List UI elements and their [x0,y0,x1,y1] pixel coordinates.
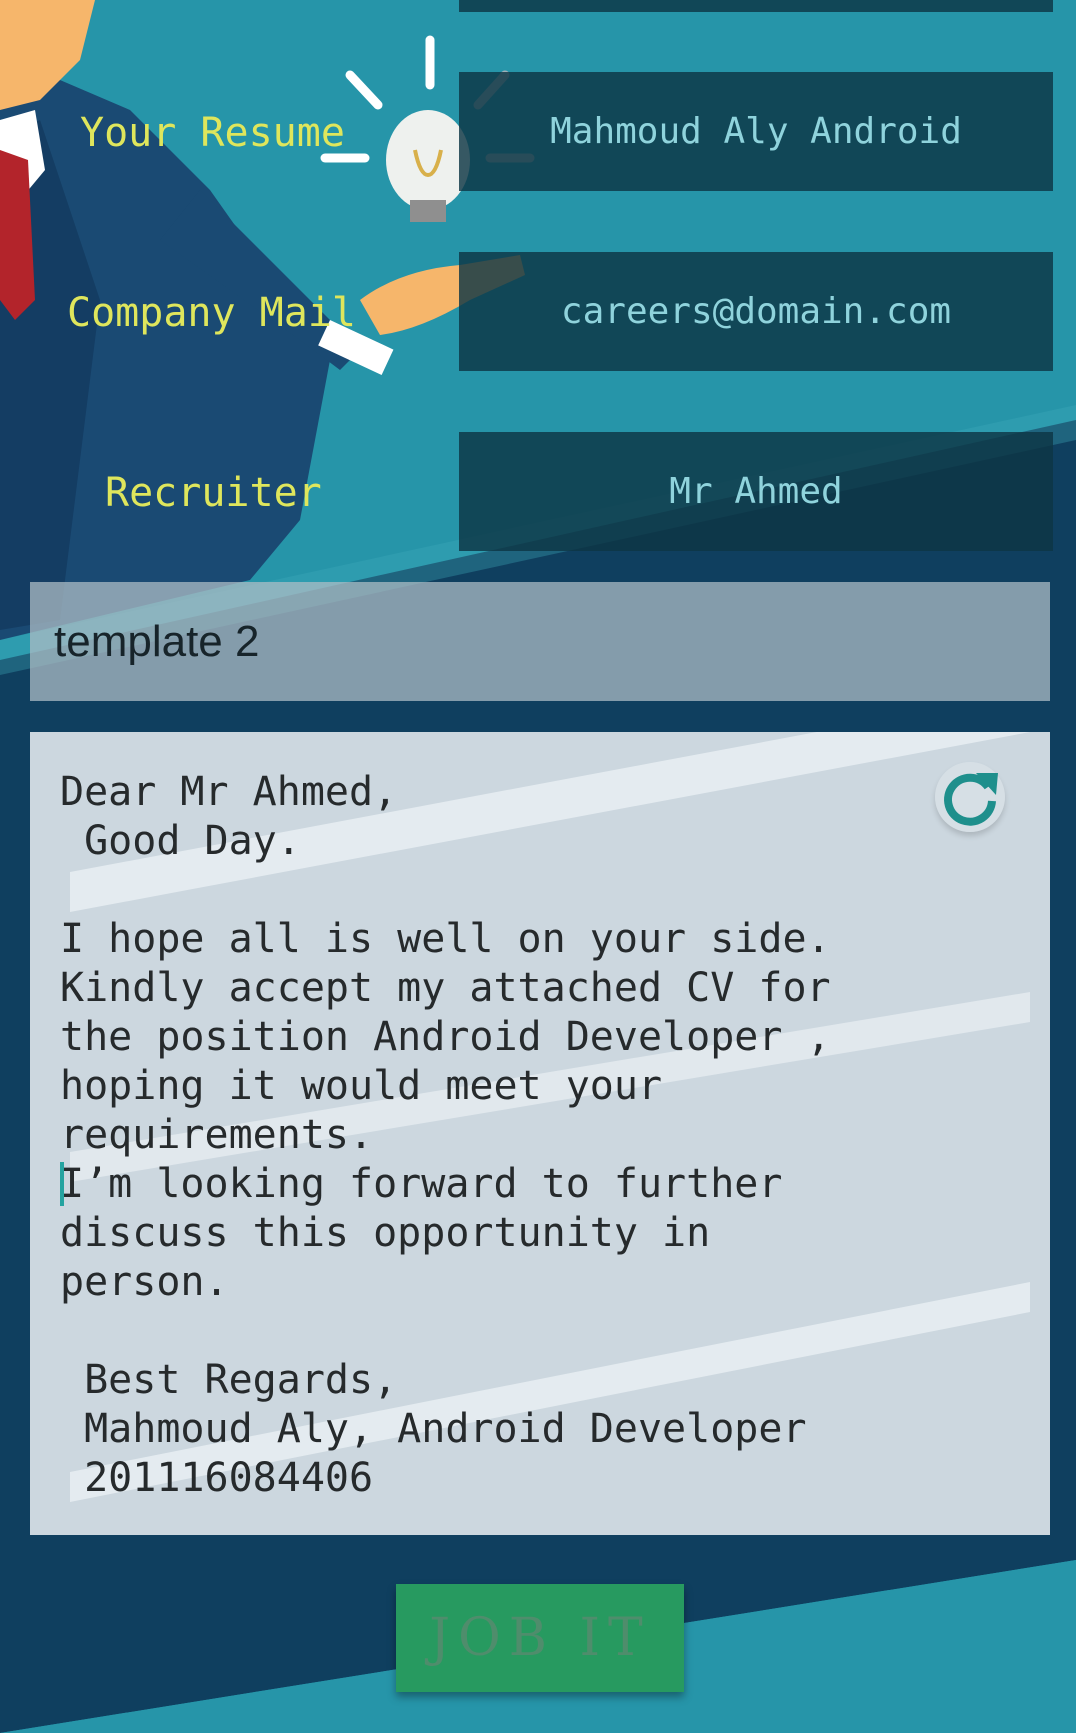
letter-editor[interactable]: Dear Mr Ahmed, Good Day. I hope all is w… [30,732,1050,1535]
resume-label: Your Resume [80,110,345,156]
company-mail-field[interactable]: careers@domain.com [459,252,1053,371]
recruiter-label: Recruiter [105,470,322,516]
letter-body[interactable]: Dear Mr Ahmed, Good Day. I hope all is w… [60,768,1010,1513]
refresh-button[interactable] [935,762,1005,832]
company-mail-label: Company Mail [67,290,356,336]
refresh-icon [944,773,998,826]
template-selector[interactable]: template 2 [30,582,1050,701]
resume-field[interactable]: Mahmoud Aly Android [459,72,1053,191]
field-top-strip [459,0,1053,12]
job-it-button[interactable]: JOB IT [396,1584,684,1692]
recruiter-field[interactable]: Mr Ahmed [459,432,1053,551]
text-caret [60,1162,64,1206]
template-selected-label: template 2 [54,616,260,666]
